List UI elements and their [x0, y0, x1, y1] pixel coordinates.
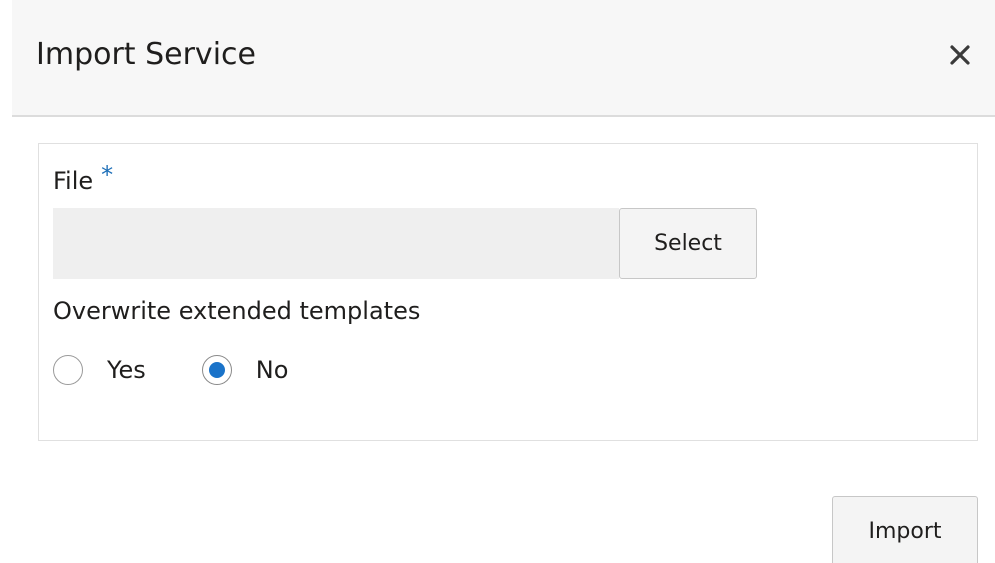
dialog-title: Import Service — [36, 37, 256, 72]
radio-yes[interactable] — [53, 355, 83, 385]
dialog-header: Import Service — [12, 0, 995, 117]
close-icon — [950, 45, 970, 65]
import-service-dialog: Import Service File * Select Overwrite ex… — [0, 0, 995, 563]
required-indicator: * — [101, 161, 114, 189]
import-button[interactable]: Import — [832, 496, 978, 563]
radio-no[interactable] — [201, 355, 232, 385]
overwrite-radio-group: Yes No — [53, 352, 344, 388]
file-path-input[interactable] — [53, 208, 619, 279]
radio-option-yes[interactable]: Yes — [53, 353, 146, 387]
radio-no-label: No — [255, 356, 289, 384]
form-panel: File * Select Overwrite extended template… — [38, 143, 978, 441]
file-label-text: File — [53, 167, 94, 195]
radio-option-no[interactable]: No — [201, 353, 289, 387]
select-file-button[interactable]: Select — [619, 208, 757, 279]
radio-yes-label: Yes — [107, 356, 146, 384]
file-field-label: File * — [53, 161, 113, 198]
overwrite-templates-label: Overwrite extended templates — [53, 297, 421, 325]
close-button[interactable] — [943, 38, 977, 72]
